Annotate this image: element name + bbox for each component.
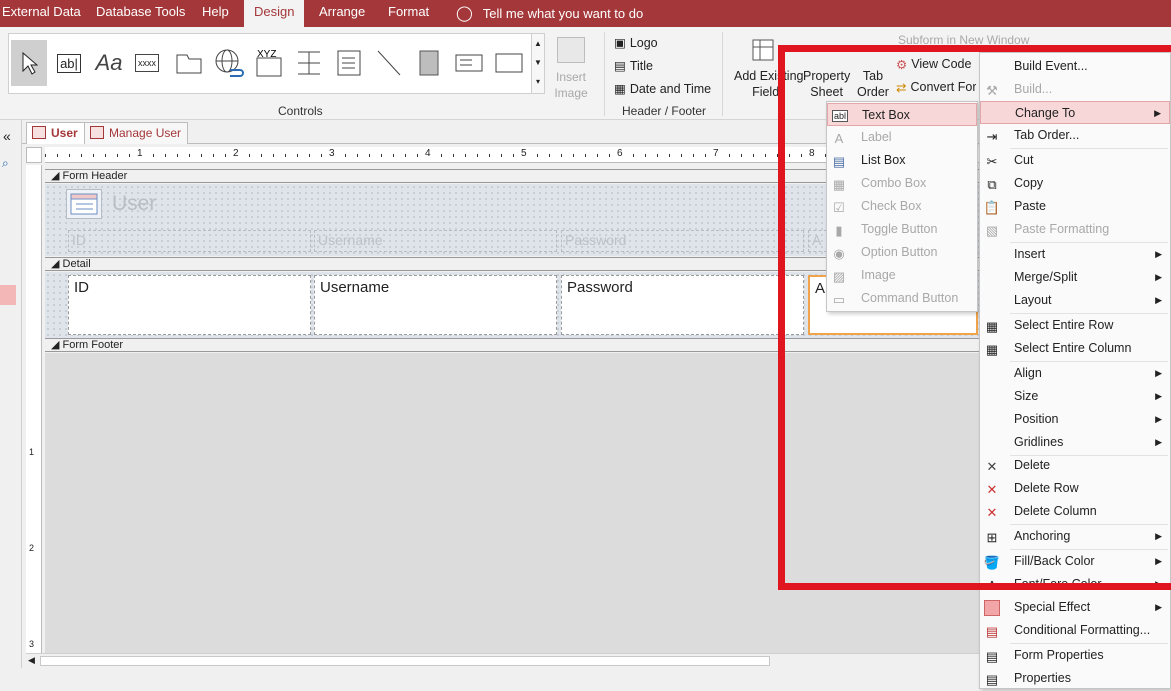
vertical-ruler: 1 2 3 (26, 165, 42, 653)
detail-field-username[interactable]: Username (314, 275, 557, 335)
detail-field-id[interactable]: ID (68, 275, 311, 335)
form-icon (90, 126, 104, 139)
nav-selected-item[interactable] (0, 285, 16, 305)
annotation-highlight-box (778, 45, 1171, 590)
lightbulb-icon: ◯ (456, 4, 473, 22)
title-button[interactable]: ▤ Title (614, 58, 653, 74)
ribbon-divider (722, 32, 723, 116)
form-logo-icon[interactable] (66, 189, 102, 219)
tab-format[interactable]: Format (378, 0, 439, 27)
header-label-id[interactable]: ID (68, 230, 311, 252)
navigation-control-icon[interactable] (291, 40, 327, 86)
logo-button[interactable]: ▣ Logo (614, 35, 658, 51)
ribbon-tab-bar: External Data Database Tools Help Design… (0, 0, 1171, 27)
option-group-icon[interactable] (331, 40, 367, 86)
scroll-thumb[interactable] (40, 656, 770, 666)
properties-icon: ▤ (985, 671, 999, 687)
form-title-label[interactable]: User (112, 192, 156, 216)
toggle-control-icon[interactable] (411, 40, 447, 86)
calendar-icon: ▦ (614, 82, 626, 96)
button-control-icon[interactable]: xxxx (129, 40, 165, 86)
image-icon (557, 37, 585, 63)
select-pointer-icon[interactable] (11, 40, 47, 86)
controls-gallery: ab| Aa xxxx XYZ ▲ ▼ ▾ (8, 33, 545, 94)
ribbon-divider (604, 32, 605, 116)
tab-help[interactable]: Help (192, 0, 239, 27)
chevron-right-icon: ▶ (1155, 602, 1162, 612)
insert-image-button[interactable]: Insert Image (550, 35, 592, 101)
header-label-password[interactable]: Password (561, 230, 804, 252)
tab-arrange[interactable]: Arrange (309, 0, 375, 27)
menu-form-properties[interactable]: ▤ Form Properties (980, 644, 1170, 667)
label-control-icon[interactable]: Aa (91, 40, 127, 86)
title-icon: ▤ (614, 59, 626, 73)
search-icon[interactable]: ⌕ (2, 156, 9, 171)
logo-icon: ▣ (614, 36, 626, 50)
web-browser-icon[interactable]: XYZ (251, 40, 287, 86)
gallery-scroll[interactable]: ▲ ▼ ▾ (531, 34, 544, 93)
menu-conditional-formatting[interactable]: ▤ Conditional Formatting... (980, 619, 1170, 642)
detail-field-password[interactable]: Password (561, 275, 804, 335)
header-label-username[interactable]: Username (314, 230, 557, 252)
combobox-control-icon[interactable] (451, 40, 487, 86)
doc-tab-manage-user[interactable]: Manage User (84, 122, 189, 144)
scroll-left-icon[interactable]: ◀ (28, 655, 35, 666)
menu-special-effect[interactable]: Special Effect ▶ (980, 596, 1170, 619)
hyperlink-icon[interactable] (211, 40, 247, 86)
menu-properties[interactable]: ▤ Properties (980, 667, 1170, 690)
doc-tab-user[interactable]: User (26, 122, 85, 144)
svg-text:XYZ: XYZ (257, 49, 276, 60)
navigation-pane-collapsed: « ⌕ (0, 120, 22, 689)
form-selector[interactable] (26, 147, 42, 163)
textbox-control-icon[interactable]: ab| (51, 40, 87, 86)
form-icon (32, 126, 46, 139)
tab-control-icon[interactable] (171, 40, 207, 86)
tab-design[interactable]: Design (244, 0, 305, 27)
tab-database-tools[interactable]: Database Tools (86, 0, 195, 27)
form-properties-icon: ▤ (985, 648, 999, 664)
rectangle-control-icon[interactable] (491, 40, 527, 86)
date-time-button[interactable]: ▦ Date and Time (614, 81, 711, 97)
header-footer-group-label: Header / Footer (622, 104, 707, 118)
special-effect-icon (984, 600, 1000, 616)
conditional-format-icon: ▤ (985, 623, 999, 639)
tell-me-box[interactable]: ◯ Tell me what you want to do (446, 0, 653, 27)
line-control-icon[interactable] (371, 40, 407, 86)
tab-external-data[interactable]: External Data (0, 0, 91, 27)
expand-nav-icon[interactable]: « (3, 128, 11, 144)
controls-group-label: Controls (278, 104, 323, 118)
